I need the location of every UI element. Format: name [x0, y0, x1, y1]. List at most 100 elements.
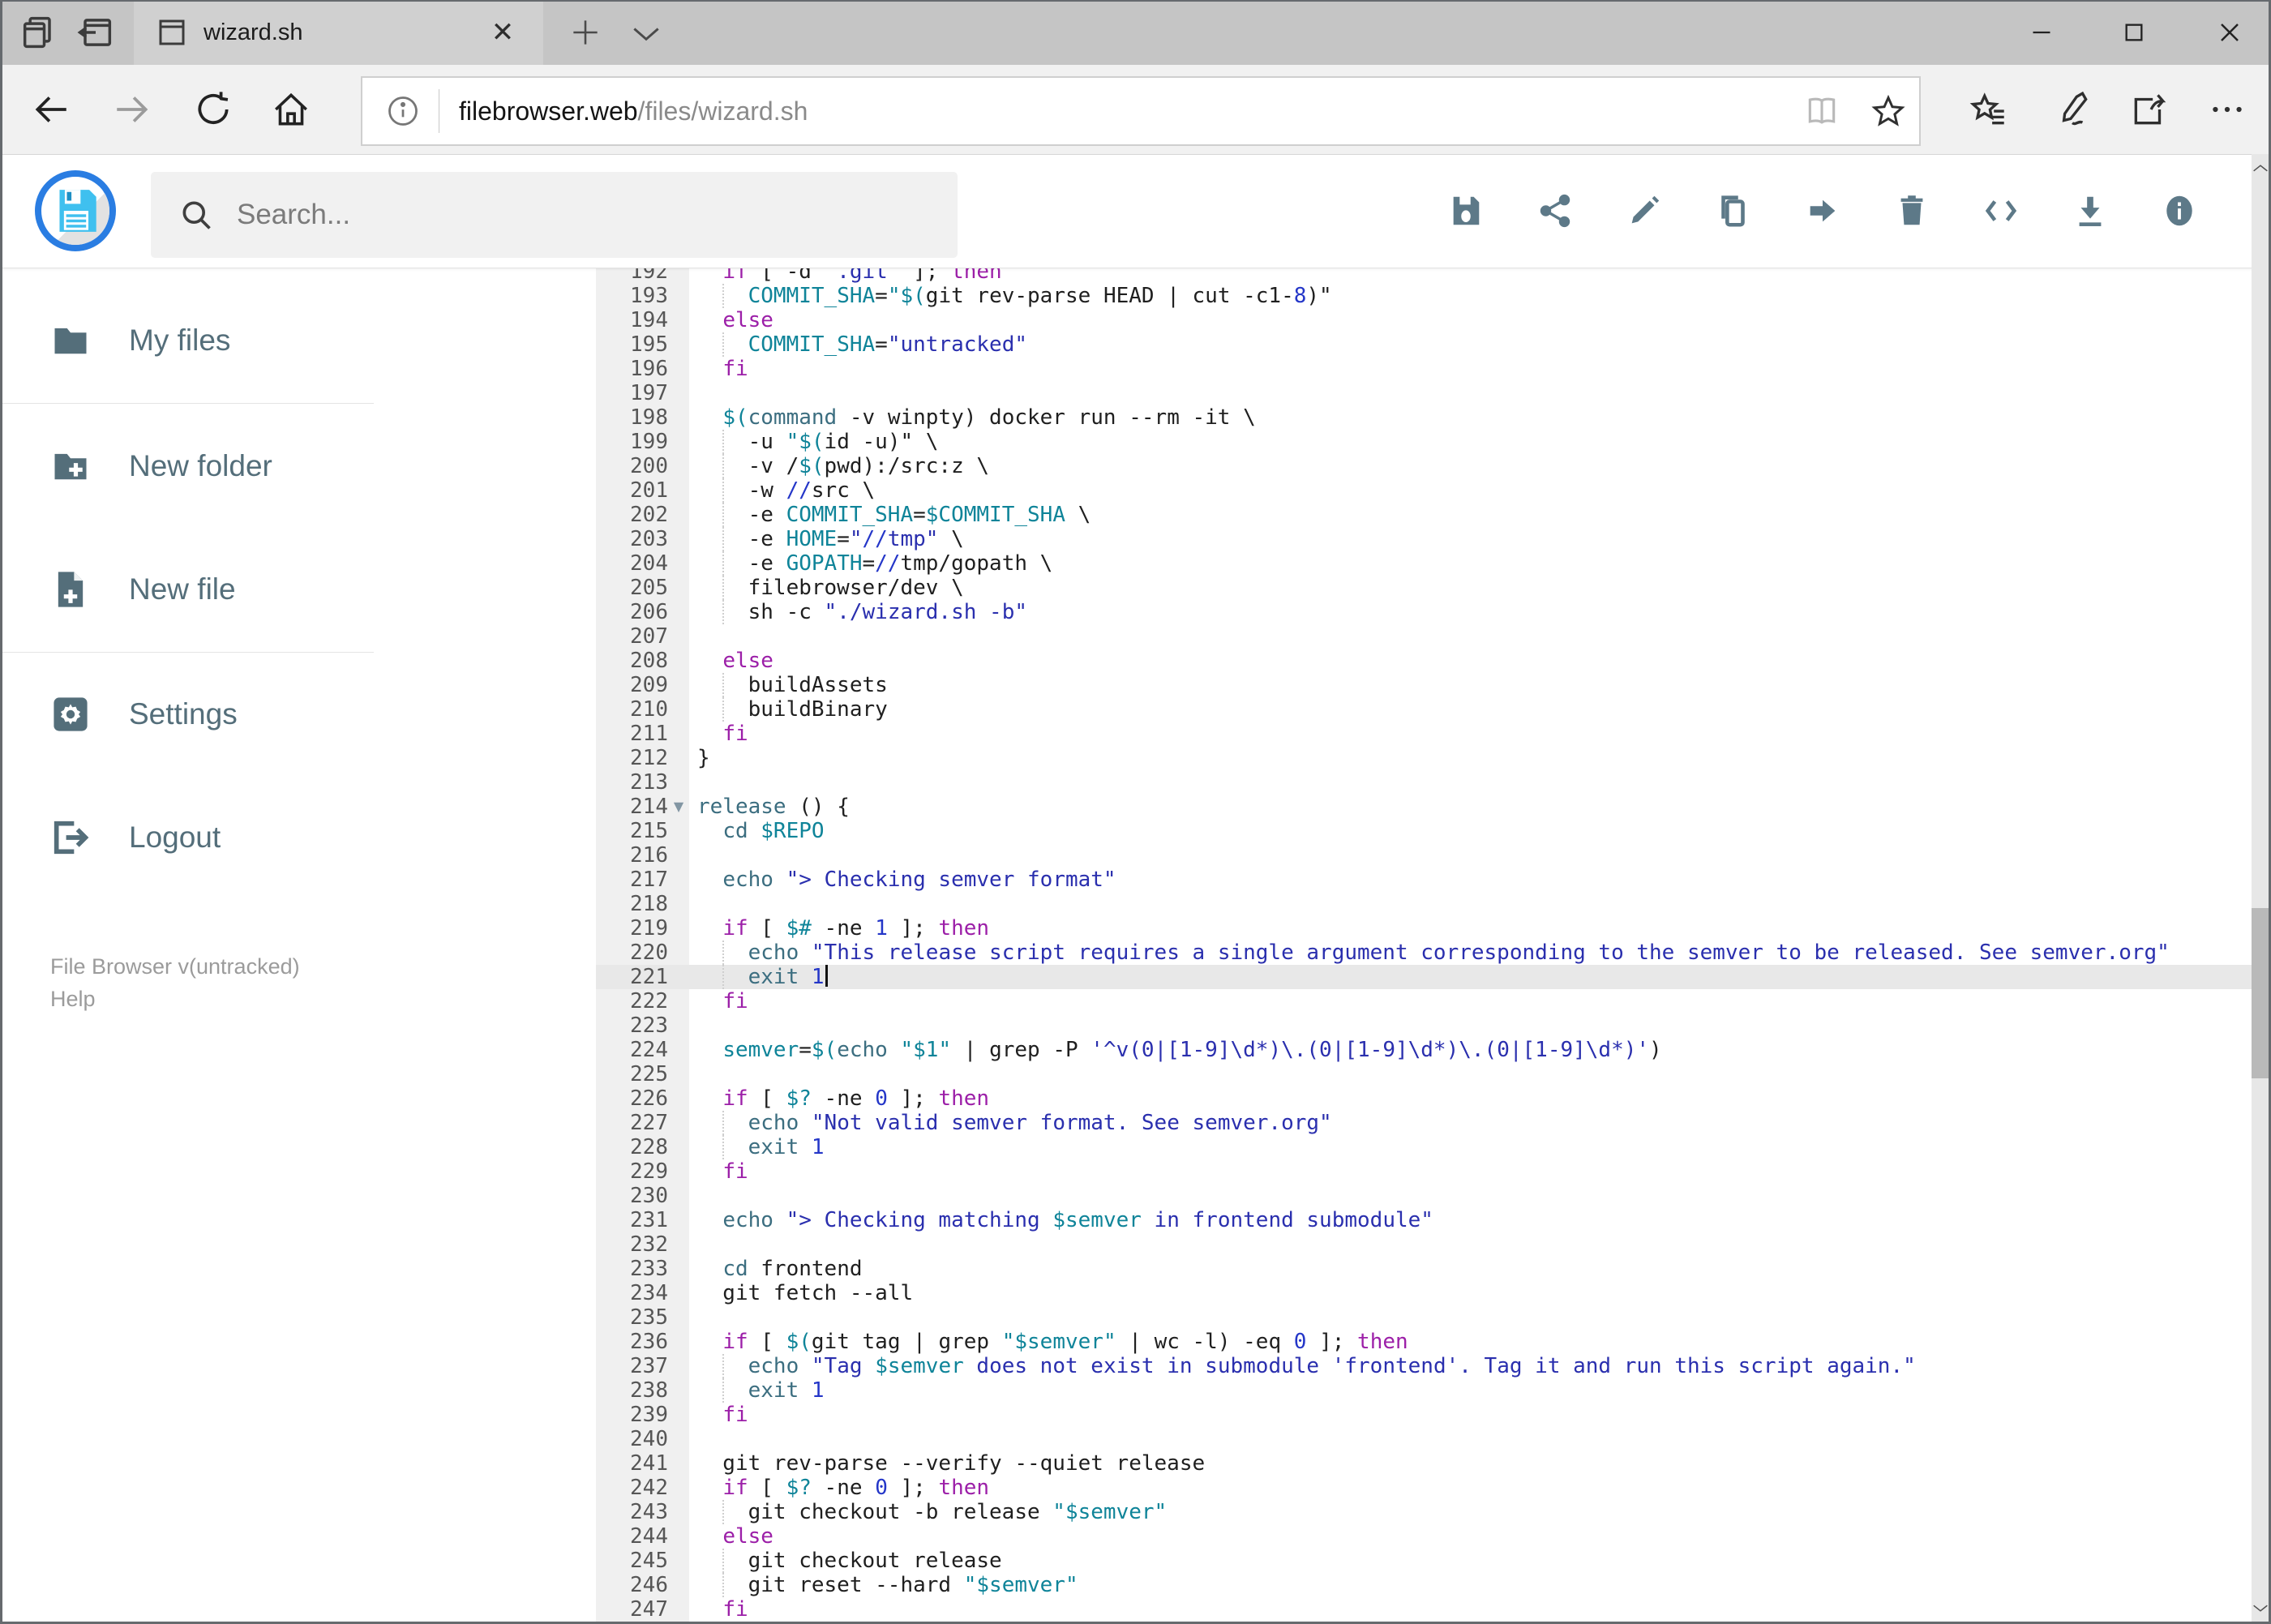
code-line: 210 buildBinary [596, 697, 2252, 722]
info-icon[interactable] [2161, 192, 2198, 229]
line-number: 197 [630, 381, 668, 405]
back-icon[interactable] [31, 89, 71, 130]
search-placeholder: Search... [237, 199, 351, 230]
code-line: 233 cd frontend [596, 1257, 2252, 1281]
line-number: 220 [630, 941, 668, 965]
code-text: cd $REPO [722, 819, 825, 843]
window-minimize-button[interactable] [2005, 13, 2078, 52]
share-icon[interactable] [1536, 192, 1574, 229]
sidebar-item-settings[interactable]: Settings [2, 678, 374, 751]
site-info-icon[interactable] [385, 93, 421, 129]
help-link[interactable]: Help [50, 983, 472, 1015]
copy-icon[interactable] [1715, 192, 1752, 229]
window-close-button[interactable] [2193, 13, 2266, 52]
fold-gutter [668, 965, 689, 989]
browser-tab-wizard[interactable]: wizard.sh ✕ [134, 0, 543, 65]
restore-tabs-icon[interactable] [75, 11, 117, 54]
line-number: 246 [630, 1573, 668, 1597]
code-line: 212} [596, 746, 2252, 770]
scroll-down-icon[interactable] [2252, 1594, 2269, 1622]
browser-navbar: filebrowser.web/files/wizard.sh [0, 65, 2271, 155]
new-tab-button[interactable] [568, 15, 603, 50]
hub-favorites-icon[interactable] [1969, 89, 2010, 130]
scroll-up-icon[interactable] [2252, 154, 2269, 182]
sidebar-item-my-files[interactable]: My files [2, 304, 374, 377]
indent-guide [722, 1500, 724, 1524]
code-line: 207 [596, 624, 2252, 649]
file-plus-icon [49, 568, 92, 611]
code-text: fi [722, 989, 748, 1013]
code-line: 221 exit 1 [596, 965, 2252, 989]
fold-gutter [668, 916, 689, 941]
code-line: 222 fi [596, 989, 2252, 1013]
fold-gutter [668, 1257, 689, 1281]
delete-icon[interactable] [1893, 192, 1930, 229]
refresh-icon[interactable] [193, 89, 234, 130]
search-input[interactable]: Search... [151, 172, 958, 258]
code-icon[interactable] [1982, 192, 2020, 229]
page-scrollbar[interactable] [2252, 154, 2269, 1622]
indent-guide [722, 600, 724, 624]
code-text: fi [722, 1159, 748, 1184]
forward-icon[interactable] [112, 89, 152, 130]
code-text: fi [722, 1403, 748, 1427]
browser-menu-ellipsis-icon[interactable] [2207, 89, 2247, 130]
web-notes-pen-icon[interactable] [2052, 89, 2093, 130]
code-text: fi [722, 722, 748, 746]
filebrowser-logo[interactable] [35, 170, 116, 251]
code-text: cd frontend [722, 1257, 863, 1281]
download-icon[interactable] [2072, 192, 2109, 229]
code-text: git checkout -b release "$semver" [697, 1500, 1168, 1524]
indent-guide [722, 1573, 724, 1597]
tab-close-icon[interactable]: ✕ [488, 18, 517, 47]
window-maximize-button[interactable] [2097, 13, 2170, 52]
fold-gutter [668, 892, 689, 916]
code-text: if [ $? -ne 0 ]; then [722, 1086, 990, 1111]
line-number: 234 [630, 1281, 668, 1305]
home-icon[interactable] [271, 89, 311, 130]
code-line: 219 if [ $# -ne 1 ]; then [596, 916, 2252, 941]
favorite-star-icon[interactable] [1870, 93, 1906, 129]
code-line: 202 -e COMMIT_SHA=$COMMIT_SHA \ [596, 503, 2252, 527]
code-line: 205 filebrowser/dev \ [596, 576, 2252, 600]
fold-gutter [668, 649, 689, 673]
fold-arrow-icon[interactable]: ▼ [668, 795, 689, 819]
save-icon[interactable] [1447, 192, 1485, 229]
line-number: 213 [630, 770, 668, 795]
fold-gutter [668, 1597, 689, 1622]
fold-gutter [668, 268, 689, 284]
line-number: 219 [630, 916, 668, 941]
reading-view-icon[interactable] [1804, 93, 1840, 129]
fold-gutter [668, 1013, 689, 1038]
set-aside-tabs-icon[interactable] [18, 11, 60, 54]
code-text: release () { [697, 795, 850, 819]
code-editor[interactable]: 192 if [ -d ".git" ]; then 193 COMMIT_SHA… [596, 268, 2252, 1622]
browser-titlebar: wizard.sh ✕ [0, 0, 2271, 65]
edit-icon[interactable] [1626, 192, 1663, 229]
scrollbar-thumb[interactable] [2252, 908, 2269, 1078]
sidebar-item-new-file[interactable]: New file [2, 553, 374, 626]
fold-gutter [668, 405, 689, 430]
indent-guide [722, 1549, 724, 1573]
code-text: buildAssets [697, 673, 888, 697]
code-text: else [722, 1524, 773, 1549]
share-page-icon[interactable] [2129, 89, 2170, 130]
fold-gutter [668, 1354, 689, 1378]
sidebar-item-new-folder[interactable]: New folder [2, 430, 374, 503]
fold-gutter [668, 722, 689, 746]
move-icon[interactable] [1804, 192, 1841, 229]
code-line: 216 [596, 843, 2252, 868]
code-line: 241 git rev-parse --verify --quiet relea… [596, 1451, 2252, 1476]
code-line: 240 [596, 1427, 2252, 1451]
code-text: exit 1 [689, 965, 828, 989]
code-text: filebrowser/dev \ [697, 576, 964, 600]
code-text: git checkout release [697, 1549, 1002, 1573]
sidebar-item-logout[interactable]: Logout [2, 801, 374, 874]
tab-preview-chevron-icon[interactable] [628, 21, 664, 45]
code-text: echo "This release script requires a sin… [689, 941, 2170, 965]
url-bar[interactable]: filebrowser.web/files/wizard.sh [361, 76, 1921, 146]
code-line: 229 fi [596, 1159, 2252, 1184]
sidebar-item-label: Logout [129, 821, 221, 854]
indent-guide [722, 551, 724, 576]
